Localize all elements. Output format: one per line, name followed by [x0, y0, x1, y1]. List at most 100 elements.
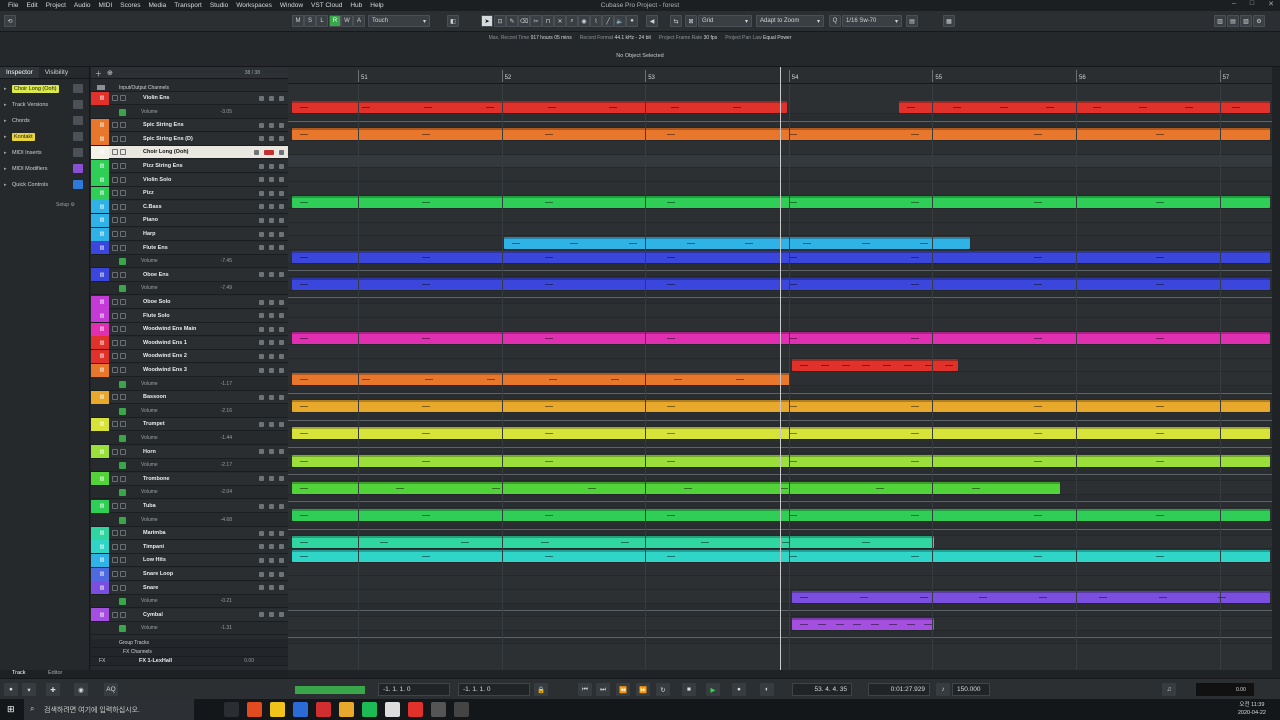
audio-activity-icon[interactable]: ♫ — [1162, 683, 1176, 696]
taskbar-app-icon[interactable] — [385, 702, 400, 717]
monitor-icon[interactable] — [112, 163, 118, 169]
track-row[interactable]: ▥ Woodwind Ens 3 — [91, 363, 288, 377]
record-enable-icon[interactable] — [120, 611, 126, 618]
setup-button[interactable]: Setup ⚙ — [56, 202, 75, 208]
record-enable-icon[interactable] — [120, 122, 126, 129]
record-enable-icon[interactable] — [120, 571, 126, 577]
midi-part[interactable] — [292, 536, 934, 549]
midi-part[interactable] — [292, 332, 1270, 345]
windows-start-icon[interactable]: ⊞ — [7, 704, 15, 715]
taskbar-app-icon[interactable] — [408, 702, 423, 717]
menu-item-vst-cloud[interactable]: VST Cloud — [307, 2, 346, 9]
automation-lane[interactable]: Volume -1.17 — [91, 377, 288, 391]
snap-type-select[interactable]: Grid ▾ — [698, 15, 752, 27]
monitor-icon[interactable] — [112, 571, 118, 577]
automation-parameter[interactable]: Volume — [141, 517, 158, 523]
rewind-icon[interactable]: ⏪ — [616, 683, 630, 696]
read-automation-icon[interactable] — [119, 435, 126, 442]
snap-type-icon[interactable]: ⊠ — [685, 15, 697, 27]
record-enable-icon[interactable] — [120, 231, 126, 237]
solo-icon[interactable] — [269, 340, 274, 346]
read-icon[interactable] — [279, 612, 284, 618]
menu-item-workspaces[interactable]: Workspaces — [232, 2, 276, 9]
track-row[interactable]: ▥ Horn — [91, 445, 288, 459]
maximize-icon[interactable]: □ — [1250, 0, 1254, 8]
automation-parameter[interactable]: Volume — [141, 381, 158, 387]
automation-value[interactable]: -3.05 — [221, 109, 232, 115]
automation-lane[interactable]: Volume -1.44 — [91, 432, 288, 445]
record-enable-icon[interactable] — [120, 203, 126, 210]
read-icon[interactable] — [279, 231, 284, 237]
draw-tool-icon[interactable]: ✎ — [506, 15, 518, 27]
solo-icon[interactable] — [269, 557, 274, 563]
settings-icon[interactable]: ⚙ — [1253, 15, 1265, 27]
read-icon[interactable] — [279, 245, 284, 251]
read-icon[interactable] — [279, 503, 284, 509]
zoom-tool-icon[interactable]: ⌕ — [566, 15, 578, 27]
automation-value[interactable]: -4.68 — [221, 517, 232, 523]
record-mode-icon[interactable]: ● — [4, 683, 18, 696]
track-row[interactable]: ▥ Cymbal — [91, 608, 288, 622]
marker-icon[interactable]: ▾ — [22, 683, 36, 696]
solo-icon[interactable] — [269, 367, 274, 373]
monitor-icon[interactable] — [112, 203, 118, 210]
solo-icon[interactable] — [269, 299, 274, 305]
monitor-icon[interactable] — [112, 530, 118, 537]
range-tool-icon[interactable]: ⊡ — [494, 15, 506, 27]
read-icon[interactable] — [279, 476, 284, 482]
automation-value[interactable]: -0.21 — [221, 598, 232, 604]
close-icon[interactable]: ✕ — [1268, 0, 1274, 8]
solo-icon[interactable] — [269, 190, 274, 196]
mute-icon[interactable] — [259, 557, 264, 563]
automation-parameter[interactable]: Volume — [141, 109, 158, 115]
read-icon[interactable] — [279, 136, 284, 142]
read-automation-button[interactable]: R — [329, 15, 341, 27]
mute-icon[interactable] — [259, 612, 264, 618]
section-action-icon[interactable] — [73, 132, 83, 141]
automation-parameter[interactable]: Volume — [141, 408, 158, 414]
record-enable-icon[interactable] — [120, 312, 126, 319]
read-icon[interactable] — [279, 449, 284, 455]
comp-tool-icon[interactable]: ◉ — [578, 15, 590, 27]
monitor-icon[interactable] — [112, 394, 118, 401]
track-row[interactable]: ▥ Woodwind Ens Main — [91, 322, 288, 337]
track-row[interactable]: ▥ Woodwind Ens 1 — [91, 336, 288, 350]
read-automation-icon[interactable] — [119, 407, 126, 415]
read-icon[interactable] — [279, 272, 284, 278]
taskbar-app-icon[interactable] — [454, 702, 469, 717]
position-time[interactable]: 0:01:27.929 — [868, 683, 930, 696]
minimize-icon[interactable]: – — [1232, 0, 1236, 8]
go-to-end-icon[interactable]: ⏭ — [596, 683, 610, 696]
menu-item-window[interactable]: Window — [276, 2, 307, 9]
record-enable-icon[interactable] — [120, 530, 126, 537]
automation-lane[interactable]: Volume -7.45 — [91, 255, 288, 269]
read-icon[interactable] — [279, 571, 284, 577]
midi-part[interactable] — [292, 481, 1060, 494]
monitor-icon[interactable] — [112, 190, 118, 197]
read-automation-icon[interactable] — [119, 489, 126, 497]
automation-value[interactable]: -7.45 — [221, 258, 232, 264]
read-icon[interactable] — [279, 544, 284, 550]
menu-item-studio[interactable]: Studio — [206, 2, 232, 9]
menu-item-scores[interactable]: Scores — [116, 2, 144, 9]
menu-item-project[interactable]: Project — [42, 2, 70, 9]
solo-icon[interactable] — [269, 163, 274, 169]
track-row[interactable]: ▥ Bassoon — [91, 390, 288, 405]
erase-tool-icon[interactable]: ⌫ — [518, 15, 530, 27]
midi-part[interactable] — [899, 101, 1270, 113]
read-icon[interactable] — [279, 149, 284, 155]
read-automation-icon[interactable] — [119, 516, 126, 524]
loop-icon[interactable]: ◐ — [760, 683, 774, 696]
automation-parameter[interactable]: Volume — [141, 435, 158, 441]
record-enable-icon[interactable] — [120, 149, 126, 156]
inspector-section-kontakt[interactable]: ▸ Kontakt — [4, 131, 85, 143]
stop-icon[interactable]: ■ — [682, 683, 696, 696]
tempo-field[interactable]: 150.000 — [952, 683, 990, 696]
read-icon[interactable] — [279, 585, 284, 591]
taskbar-app-icon[interactable] — [362, 702, 377, 717]
solo-icon[interactable] — [269, 245, 274, 251]
taskbar-app-icon[interactable] — [247, 702, 262, 717]
read-icon[interactable] — [279, 353, 284, 359]
menu-item-help[interactable]: Help — [366, 2, 387, 9]
solo-icon[interactable] — [269, 313, 274, 319]
